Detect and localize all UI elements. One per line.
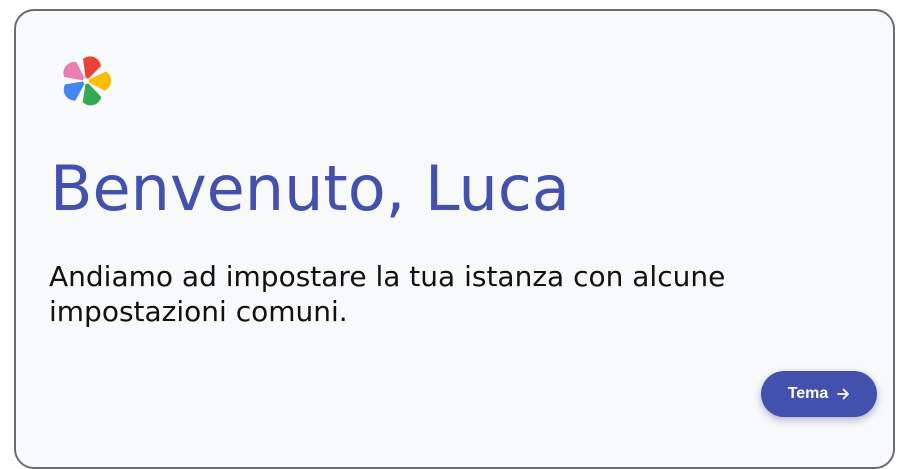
arrow-right-icon [837, 388, 850, 400]
next-theme-button[interactable]: Tema [761, 371, 877, 417]
next-theme-button-label: Tema [787, 385, 829, 402]
welcome-subtitle: Andiamo ad impostare la tua istanza con … [49, 260, 726, 328]
welcome-card: Benvenuto, Luca Andiamo ad impostare la … [14, 9, 895, 469]
pinwheel-logo-icon [63, 56, 112, 106]
welcome-title: Benvenuto, Luca [50, 152, 570, 225]
